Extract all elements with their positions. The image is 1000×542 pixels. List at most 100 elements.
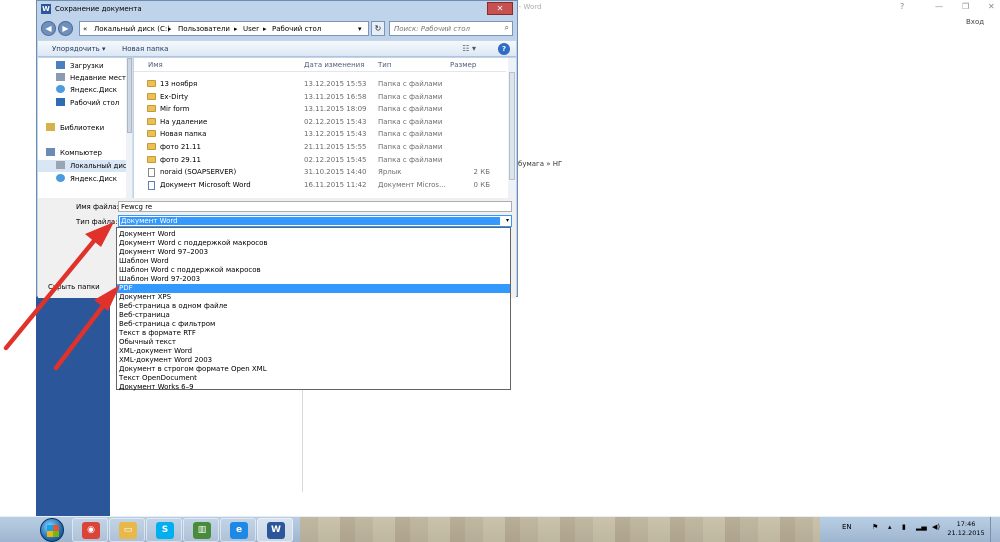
- address-dropdown-icon[interactable]: ▾: [358, 25, 362, 33]
- show-desktop-button[interactable]: [990, 517, 1000, 542]
- nav-item-libraries[interactable]: Библиотеки: [38, 122, 126, 134]
- filetype-option[interactable]: Документ Word с поддержкой макросов: [117, 239, 510, 248]
- breadcrumb-separator[interactable]: ▸: [168, 25, 172, 33]
- tray-expand-icon[interactable]: ▴: [888, 523, 892, 531]
- filetype-option[interactable]: Шаблон Word: [117, 257, 510, 266]
- nav-item-recent[interactable]: Недавние места: [38, 72, 130, 84]
- view-options-icon[interactable]: ☷ ▾: [462, 44, 476, 53]
- column-date[interactable]: Дата изменения: [304, 61, 364, 69]
- file-row[interactable]: noraid (SOAPSERVER) 31.10.2015 14:40 Ярл…: [134, 166, 506, 178]
- filetype-option[interactable]: Документ XPS: [117, 293, 510, 302]
- filetype-select[interactable]: Документ Word ▾: [118, 215, 512, 227]
- taskbar-app-chart-app[interactable]: ▥: [183, 518, 219, 542]
- taskbar-app-skype[interactable]: S: [146, 518, 182, 542]
- breadcrumb-separator[interactable]: ▸: [263, 25, 267, 33]
- filetype-option[interactable]: Документ Works 6–9: [117, 383, 510, 392]
- file-scrollbar[interactable]: [508, 58, 516, 198]
- downloads-icon: [56, 61, 65, 69]
- file-explorer-icon: ▭: [119, 522, 137, 539]
- breadcrumb-local-disk[interactable]: Локальный диск (C:): [94, 25, 170, 33]
- filetype-option[interactable]: Обычный текст: [117, 338, 510, 347]
- dialog-close-button[interactable]: ✕: [487, 2, 513, 15]
- word-icon: W: [267, 522, 285, 539]
- breadcrumb-desktop[interactable]: Рабочий стол: [272, 25, 321, 33]
- filename-input[interactable]: [118, 201, 512, 212]
- dialog-titlebar[interactable]: W Сохранение документа ✕: [37, 1, 517, 18]
- close-window-icon[interactable]: ✕: [988, 2, 995, 11]
- taskbar-app-file-explorer[interactable]: ▭: [109, 518, 145, 542]
- help-icon[interactable]: ?: [900, 2, 904, 11]
- taskbar-app-internet-explorer[interactable]: e: [220, 518, 256, 542]
- search-input[interactable]: [390, 22, 495, 35]
- taskbar-app-word[interactable]: W: [257, 518, 293, 542]
- file-row[interactable]: 13 ноября 13.12.2015 15:53 Папка с файла…: [134, 78, 506, 90]
- shortcut-icon: [148, 168, 155, 177]
- filetype-option[interactable]: Шаблон Word 97-2003: [117, 275, 510, 284]
- filetype-option[interactable]: Документ в строгом формате Open XML: [117, 365, 510, 374]
- folder-icon: [147, 105, 156, 112]
- file-list-header: Имя Дата изменения Тип Размер: [134, 58, 506, 72]
- file-row[interactable]: На удаление 02.12.2015 15:43 Папка с фай…: [134, 116, 506, 128]
- nav-item-desktop[interactable]: Рабочий стол: [38, 97, 126, 109]
- chevron-down-icon[interactable]: ▾: [506, 217, 509, 224]
- filetype-option[interactable]: Документ Word: [117, 230, 510, 239]
- filetype-option[interactable]: Веб-страница: [117, 311, 510, 320]
- filetype-selected: Документ Word: [120, 217, 500, 225]
- back-icon[interactable]: ◀: [41, 21, 56, 36]
- dialog-title: Сохранение документа: [55, 5, 142, 13]
- file-row[interactable]: фото 21.11 21.11.2015 15:55 Папка с файл…: [134, 141, 506, 153]
- nav-scrollbar[interactable]: [126, 58, 132, 198]
- taskbar: ◉ ▭ S ▥ e W EN ⚑ ▴ ▮ ▂▄ ◀) 17:46 21.12.2015: [0, 516, 1000, 542]
- windows-logo-icon: [47, 525, 59, 537]
- language-indicator[interactable]: EN: [842, 523, 852, 531]
- battery-icon[interactable]: ▮: [902, 523, 906, 531]
- login-link[interactable]: Вход: [966, 18, 984, 26]
- hide-folders-button[interactable]: Скрыть папки: [48, 283, 100, 291]
- filetype-option[interactable]: PDF: [117, 284, 510, 293]
- filetype-option[interactable]: Шаблон Word с поддержкой макросов: [117, 266, 510, 275]
- minimize-icon[interactable]: —: [935, 2, 943, 11]
- file-row[interactable]: Mir form 13.11.2015 18:09 Папка с файлам…: [134, 103, 506, 115]
- nav-item-yandex-disk-2[interactable]: Яндекс.Диск: [38, 173, 126, 185]
- filetype-option[interactable]: Документ Word 97–2003: [117, 248, 510, 257]
- file-row[interactable]: фото 29.11 02.12.2015 15:45 Папка с файл…: [134, 154, 506, 166]
- nav-item-computer[interactable]: Компьютер: [38, 147, 126, 159]
- network-icon[interactable]: ▂▄: [916, 523, 927, 531]
- breadcrumb-user[interactable]: User: [243, 25, 259, 33]
- filetype-option[interactable]: XML-документ Word: [117, 347, 510, 356]
- breadcrumb-users[interactable]: Пользователи: [178, 25, 230, 33]
- column-size[interactable]: Размер: [450, 61, 476, 69]
- clock[interactable]: 17:46 21.12.2015: [946, 520, 986, 538]
- breadcrumb-overflow[interactable]: «: [83, 25, 87, 33]
- start-button[interactable]: [40, 518, 64, 542]
- file-row[interactable]: Ex-Dirty 13.11.2015 16:58 Папка с файлам…: [134, 91, 506, 103]
- taskbar-app-chrome[interactable]: ◉: [72, 518, 108, 542]
- breadcrumb-separator[interactable]: ▸: [234, 25, 238, 33]
- file-row[interactable]: Новая папка 13.12.2015 15:43 Папка с фай…: [134, 128, 506, 140]
- nav-scroll-thumb[interactable]: [127, 58, 132, 133]
- column-name[interactable]: Имя: [148, 61, 163, 69]
- tray-flag-icon[interactable]: ⚑: [872, 523, 878, 531]
- column-type[interactable]: Тип: [378, 61, 391, 69]
- file-scroll-thumb[interactable]: [509, 72, 515, 180]
- filetype-option[interactable]: XML-документ Word 2003: [117, 356, 510, 365]
- search-box[interactable]: ⌕: [389, 21, 513, 36]
- organize-button[interactable]: Упорядочить ▾: [52, 45, 106, 53]
- forward-icon[interactable]: ▶: [58, 21, 73, 36]
- address-bar[interactable]: « Локальный диск (C:) ▸ Пользователи ▸ U…: [79, 21, 369, 36]
- filetype-option[interactable]: Текст OpenDocument: [117, 374, 510, 383]
- nav-item-yandex-disk[interactable]: Яндекс.Диск: [38, 84, 126, 96]
- recent-places-icon: [56, 73, 65, 81]
- filetype-option[interactable]: Текст в формате RTF: [117, 329, 510, 338]
- nav-item-local-disk[interactable]: Локальный диск: [38, 160, 131, 172]
- filetype-option[interactable]: Веб-страница в одном файле: [117, 302, 510, 311]
- file-row[interactable]: Документ Microsoft Word 16.11.2015 11:42…: [134, 179, 506, 191]
- new-folder-button[interactable]: Новая папка: [122, 45, 168, 53]
- restore-icon[interactable]: ❐: [962, 2, 969, 11]
- nav-item-downloads[interactable]: Загрузки: [38, 60, 126, 72]
- refresh-icon[interactable]: ↻: [371, 21, 385, 36]
- libraries-icon: [46, 123, 55, 131]
- filetype-option[interactable]: Веб-страница с фильтром: [117, 320, 510, 329]
- volume-icon[interactable]: ◀): [932, 523, 940, 531]
- help-icon[interactable]: ?: [498, 43, 510, 55]
